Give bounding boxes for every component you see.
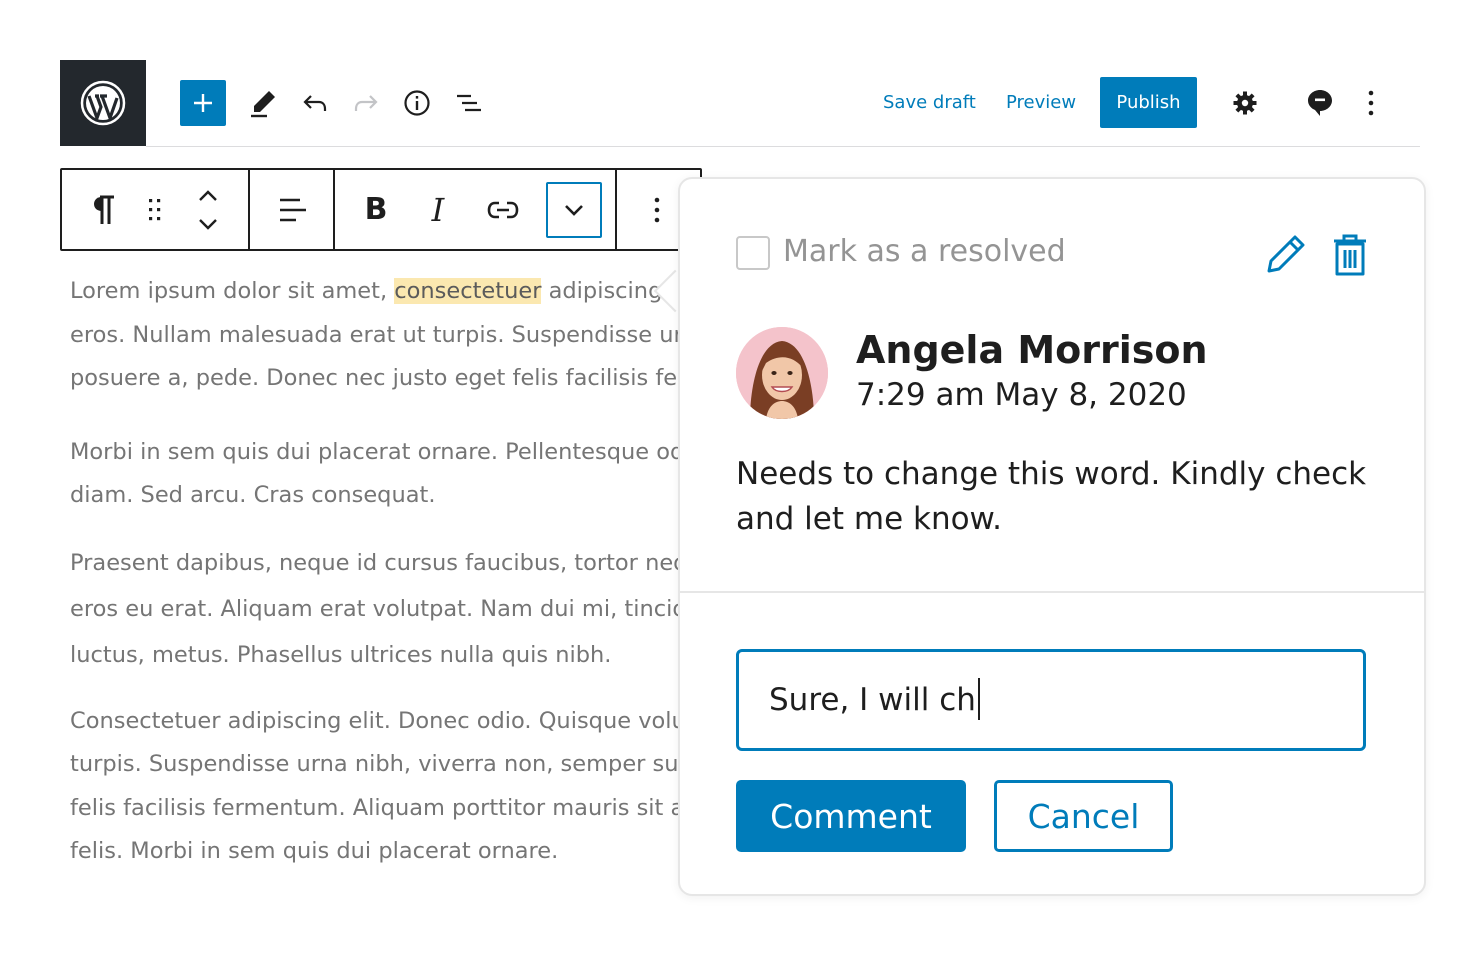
plus-icon [194, 94, 212, 112]
paragraph-block[interactable]: Praesent dapibus, neque id cursus faucib… [70, 540, 678, 678]
move-up-icon[interactable] [197, 189, 219, 203]
move-buttons [188, 170, 228, 249]
block-toolbar: B I [60, 168, 702, 251]
align-button[interactable] [268, 170, 318, 249]
gear-icon [1233, 91, 1257, 115]
link-icon [487, 201, 519, 218]
paragraph-line: Morbi in sem quis dui placerat ornare. P… [70, 438, 678, 465]
toolbar-divider [615, 170, 617, 249]
toolbar-divider [333, 170, 335, 249]
cancel-button[interactable]: Cancel [994, 780, 1173, 852]
paragraph-line: felis facilisis fermentum. Aliquam portt… [70, 794, 678, 821]
pencil-icon [251, 91, 275, 118]
undo-button[interactable] [292, 80, 338, 126]
resolve-checkbox[interactable] [736, 236, 770, 270]
paragraph-line: turpis. Suspendisse urna nibh, viverra n… [70, 751, 678, 777]
list-view-icon [457, 94, 481, 112]
tools-button[interactable] [240, 80, 286, 126]
paragraph-line: felis. Morbi in sem quis dui placerat or… [70, 838, 559, 864]
comment-author: Angela Morrison [856, 328, 1208, 372]
paragraph-line: diam. Sed arcu. Cras consequat. [70, 482, 436, 508]
wordpress-logo[interactable] [60, 60, 146, 146]
link-button[interactable] [478, 170, 528, 249]
header-divider [146, 146, 1420, 147]
text-caret [977, 677, 980, 720]
popover-divider [680, 591, 1424, 593]
comments-button[interactable] [1297, 80, 1343, 126]
comment-timestamp: 7:29 am May 8, 2020 [856, 377, 1187, 413]
redo-icon [354, 95, 378, 111]
paragraph-icon [94, 195, 114, 224]
comment-body: Needs to change this word. Kindly check … [736, 456, 1367, 537]
reply-input[interactable]: Sure, I will ch [736, 649, 1366, 751]
block-options-button[interactable] [640, 170, 674, 249]
comment-bubble-icon [1308, 90, 1332, 116]
paragraph-line: Praesent dapibus, neque id cursus faucib… [70, 549, 678, 576]
settings-button[interactable] [1222, 80, 1268, 126]
publish-button[interactable]: Publish [1100, 77, 1197, 128]
details-button[interactable] [394, 80, 440, 126]
italic-button[interactable]: I [418, 170, 458, 249]
wordpress-icon [80, 80, 126, 126]
paragraph-line: posuere a, pede. Donec nec justo eget fe… [70, 365, 678, 391]
trash-icon [1334, 234, 1366, 276]
paragraph-block[interactable]: Lorem ipsum dolor sit amet, consectetuer… [70, 270, 678, 401]
bold-button[interactable]: B [354, 170, 398, 249]
paragraph-text: Lorem ipsum dolor sit amet, [70, 278, 395, 304]
popover-arrow-cover [680, 270, 698, 314]
save-draft-button[interactable]: Save draft [883, 88, 976, 118]
paragraph-block[interactable]: Morbi in sem quis dui placerat ornare. P… [70, 431, 678, 518]
redo-button[interactable] [343, 80, 389, 126]
align-left-icon [280, 198, 306, 221]
paragraph-block[interactable]: Consectetuer adipiscing elit. Donec odio… [70, 700, 678, 874]
drag-handle[interactable] [138, 170, 172, 249]
paragraph-line: luctus, metus. Phasellus ultrices nulla … [70, 641, 612, 668]
pencil-icon [1267, 235, 1305, 273]
move-down-icon[interactable] [197, 217, 219, 231]
avatar [736, 327, 828, 419]
list-view-button[interactable] [446, 80, 492, 126]
info-icon [404, 90, 430, 116]
reply-input-value: Sure, I will ch [769, 682, 976, 718]
add-block-button[interactable] [180, 80, 226, 126]
more-rich-text-button[interactable] [546, 182, 602, 238]
chevron-down-icon [565, 205, 583, 216]
preview-button[interactable]: Preview [1006, 88, 1076, 118]
resolve-label[interactable]: Mark as a resolved [783, 232, 1066, 272]
paragraph-line: eros. Nullam malesuada erat ut turpis. S… [70, 321, 678, 348]
drag-handle-icon [149, 198, 161, 220]
comment-button[interactable]: Comment [736, 780, 966, 852]
delete-comment-button[interactable] [1328, 232, 1372, 278]
more-vertical-icon [1368, 90, 1374, 116]
post-content[interactable]: Lorem ipsum dolor sit amet, consectetuer… [70, 270, 678, 874]
edit-comment-button[interactable] [1264, 232, 1308, 276]
commented-text-highlight[interactable]: consectetuer [394, 278, 542, 304]
options-button[interactable] [1348, 80, 1394, 126]
more-vertical-icon [654, 197, 660, 222]
avatar-image [736, 327, 828, 419]
undo-icon [303, 95, 327, 111]
paragraph-block-button[interactable] [84, 170, 124, 249]
paragraph-line: Consectetuer adipiscing elit. Donec odio… [70, 707, 678, 734]
paragraph-line: eros eu erat. Aliquam erat volutpat. Nam… [70, 595, 678, 622]
toolbar-divider [248, 170, 250, 249]
